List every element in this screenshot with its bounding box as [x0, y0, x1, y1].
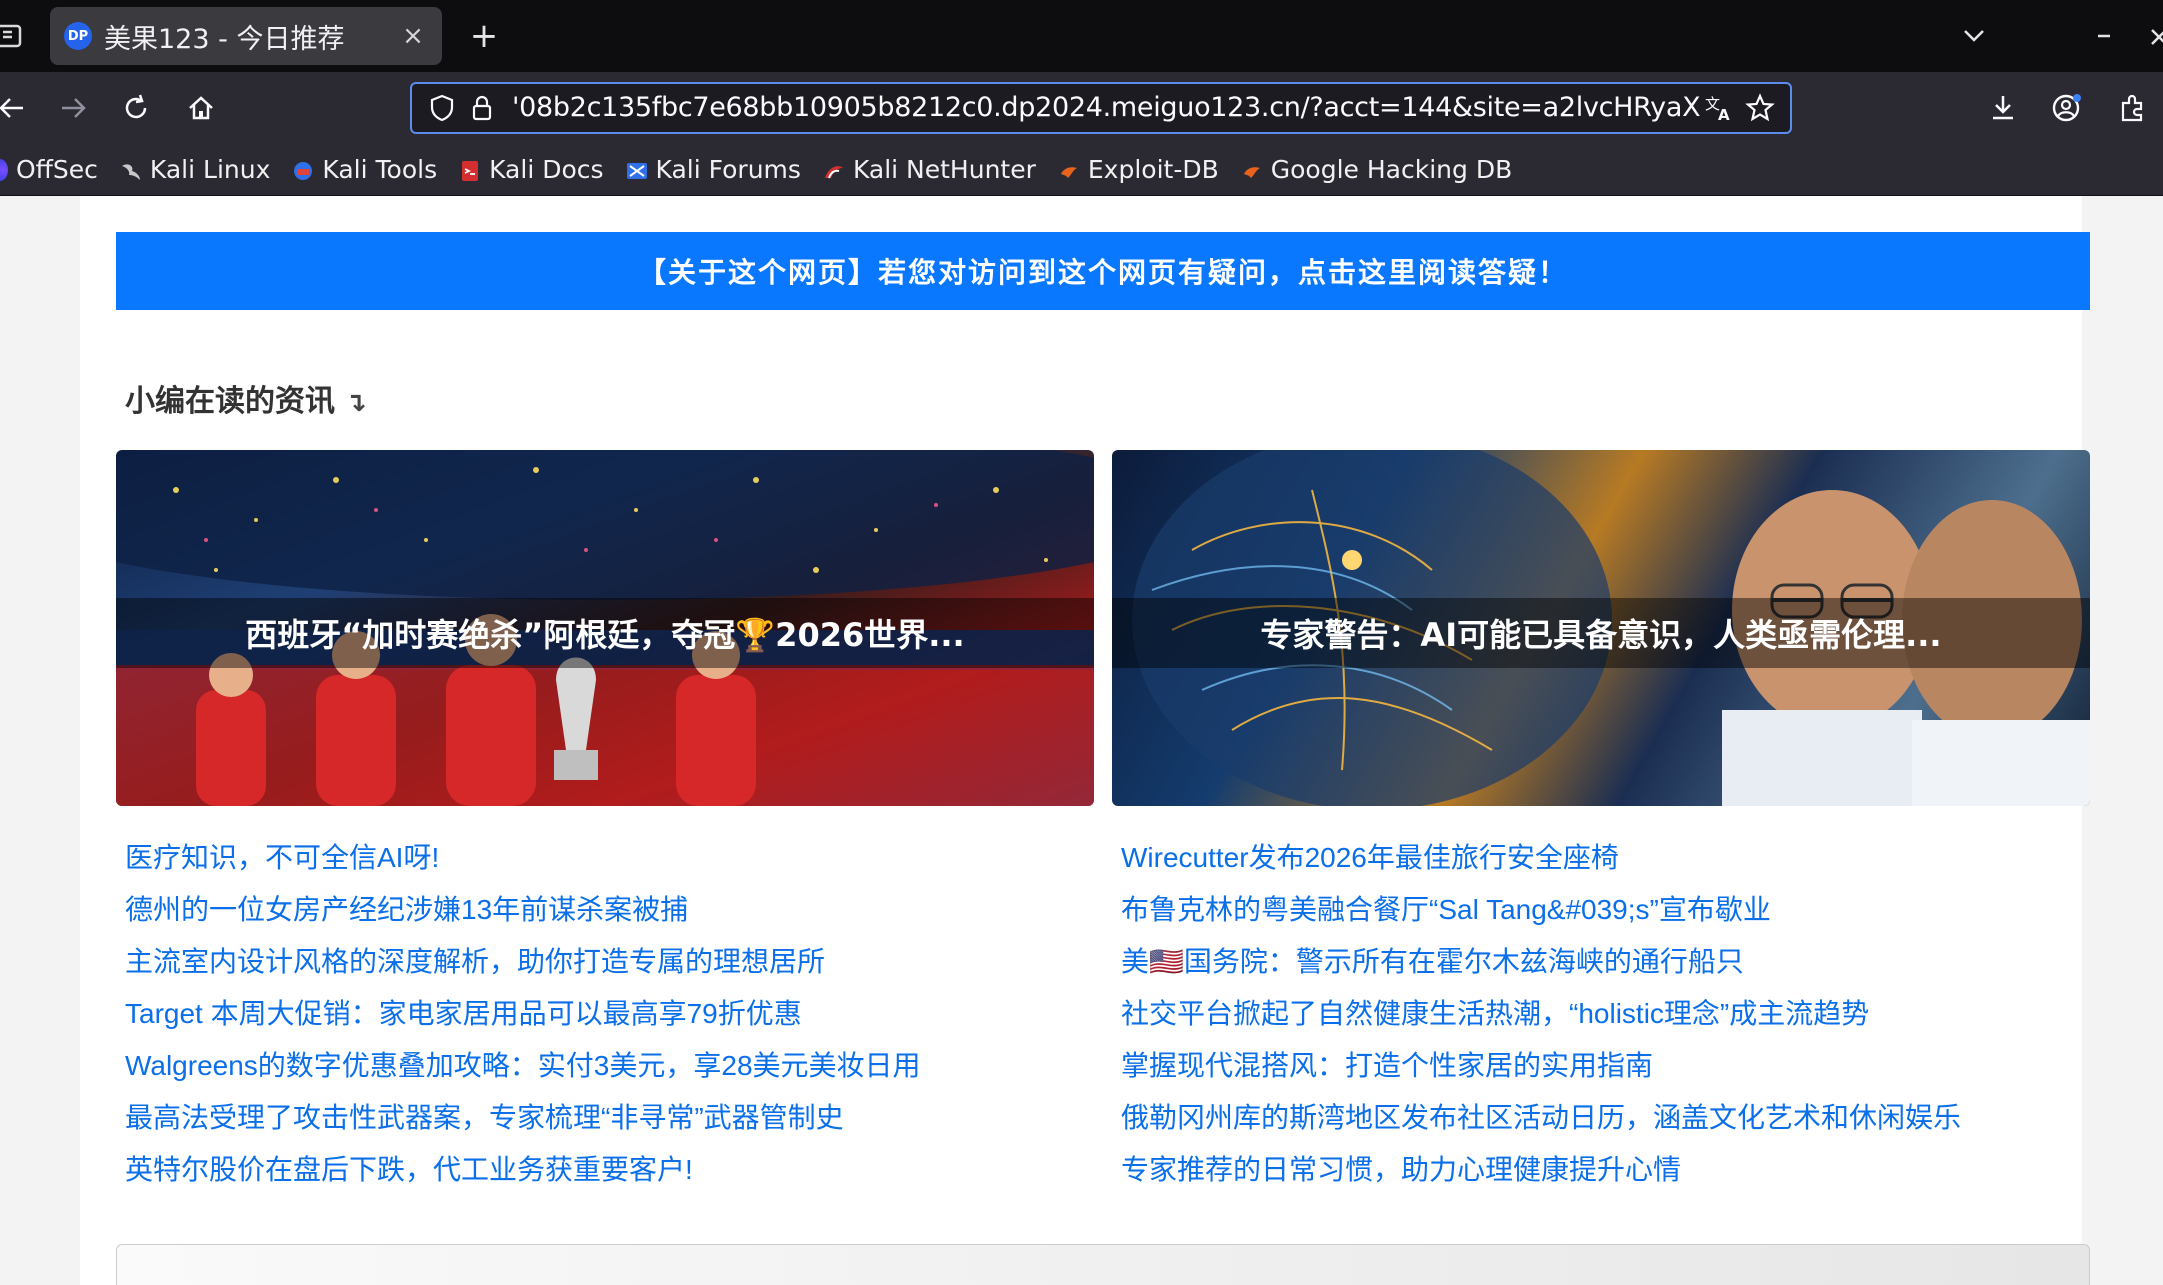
bookmark-label: Kali Docs: [489, 155, 604, 184]
news-list-left: 医疗知识，不可全信AI呀! 德州的一位女房产经纪涉嫌13年前谋杀案被捕 主流室内…: [125, 832, 1085, 1196]
news-link[interactable]: 美🇺🇸国务院：警示所有在霍尔木兹海峡的通行船只: [1121, 936, 2081, 988]
arrow-down-right-icon: ↴: [345, 388, 367, 418]
svg-text:A: A: [1718, 106, 1730, 123]
section-title-text: 小编在读的资讯: [125, 384, 335, 419]
forward-arrow-icon[interactable]: [51, 86, 95, 130]
news-link[interactable]: Target 本周大促销：家电家居用品可以最高享79折优惠: [125, 988, 1085, 1040]
news-link[interactable]: 主流室内设计风格的深度解析，助你打造专属的理想居所: [125, 936, 1085, 988]
bookmark-kali-nethunter[interactable]: Kali NetHunter: [823, 150, 1036, 190]
tab-active[interactable]: DP 美果123 - 今日推荐 ×: [50, 7, 442, 65]
news-link[interactable]: 掌握现代混搭风：打造个性家居的实用指南: [1121, 1040, 2081, 1092]
bookmark-label: Kali Linux: [149, 155, 271, 184]
section-title: 小编在读的资讯 ↴: [125, 376, 367, 420]
bookmark-label: Google Hacking DB: [1270, 155, 1513, 184]
lock-icon[interactable]: [462, 88, 502, 128]
news-link[interactable]: 社交平台掀起了自然健康生活热潮，“holistic理念”成主流趋势: [1121, 988, 2081, 1040]
bookmark-offsec[interactable]: OffSec: [0, 150, 98, 190]
news-link[interactable]: 专家推荐的日常习惯，助力心理健康提升心情: [1121, 1144, 2081, 1196]
bookmark-kali-forums[interactable]: Kali Forums: [626, 150, 801, 190]
featured-card-football[interactable]: 西班牙“加时赛绝杀”阿根廷，夺冠🏆2026世界...: [116, 450, 1094, 806]
bookmark-label: Exploit-DB: [1087, 155, 1219, 184]
kali-tools-icon: [292, 159, 314, 181]
tab-close-icon[interactable]: ×: [398, 21, 428, 51]
navigation-toolbar: '08b2c135fbc7e68bb10905b8212c0.dp2024.me…: [0, 72, 2163, 144]
news-link[interactable]: 最高法受理了攻击性武器案，专家梳理“非寻常”武器管制史: [125, 1092, 1085, 1144]
google-hacking-db-icon: [1241, 159, 1263, 181]
new-tab-button[interactable]: +: [462, 14, 506, 58]
bookmark-label: Kali Forums: [655, 155, 801, 184]
tab-strip: DP 美果123 - 今日推荐 × +: [0, 0, 2163, 72]
url-bar[interactable]: '08b2c135fbc7e68bb10905b8212c0.dp2024.me…: [410, 82, 1792, 134]
kali-forums-icon: [626, 159, 648, 181]
news-link[interactable]: 德州的一位女房产经纪涉嫌13年前谋杀案被捕: [125, 884, 1085, 936]
news-link[interactable]: Wirecutter发布2026年最佳旅行安全座椅: [1121, 832, 2081, 884]
offsec-icon: [0, 158, 8, 181]
kali-dragon-icon: [120, 159, 142, 181]
news-link[interactable]: 布鲁克林的粤美融合餐厅“Sal Tang&#039;s”宣布歇业: [1121, 884, 2081, 936]
extensions-icon[interactable]: [2110, 86, 2154, 130]
url-value: '08b2c135fbc7e68bb10905b8212c0.dp2024.me…: [512, 92, 1700, 124]
url-input[interactable]: '08b2c135fbc7e68bb10905b8212c0.dp2024.me…: [502, 92, 1700, 124]
reload-icon[interactable]: [114, 86, 158, 130]
bookmark-label: OffSec: [16, 155, 98, 184]
home-icon[interactable]: [179, 86, 223, 130]
kali-nethunter-icon: [823, 159, 845, 181]
notice-banner-link[interactable]: 【关于这个网页】若您对访问到这个网页有疑问，点击这里阅读答疑！: [116, 232, 2090, 310]
exploit-db-icon: [1058, 159, 1080, 181]
news-link[interactable]: 俄勒冈州库的斯湾地区发布社区活动日历，涵盖文化艺术和休闲娱乐: [1121, 1092, 2081, 1144]
bookmark-label: Kali Tools: [322, 155, 438, 184]
download-icon[interactable]: [1981, 86, 2025, 130]
featured-caption: 专家警告：AI可能已具备意识，人类亟需伦理...: [1112, 598, 2090, 668]
bookmark-google-hacking-db[interactable]: Google Hacking DB: [1241, 150, 1512, 190]
page-container: 【关于这个网页】若您对访问到这个网页有疑问，点击这里阅读答疑！ 小编在读的资讯 ↴: [80, 196, 2090, 1285]
featured-card-ai[interactable]: 专家警告：AI可能已具备意识，人类亟需伦理...: [1112, 450, 2090, 806]
news-link[interactable]: 医疗知识，不可全信AI呀!: [125, 832, 1085, 884]
bookmark-kali-linux[interactable]: Kali Linux: [120, 150, 270, 190]
account-icon[interactable]: [2045, 86, 2089, 130]
bookmark-kali-tools[interactable]: Kali Tools: [292, 150, 437, 190]
bookmark-star-icon[interactable]: [1740, 88, 1780, 128]
sidebar-toggle-icon[interactable]: [0, 14, 26, 58]
shield-icon[interactable]: [422, 88, 462, 128]
site-favicon-icon: DP: [64, 22, 92, 50]
web-viewport: 【关于这个网页】若您对访问到这个网页有疑问，点击这里阅读答疑！ 小编在读的资讯 ↴: [0, 196, 2163, 1285]
next-section-card: [116, 1244, 2090, 1285]
bookmark-kali-docs[interactable]: Kali Docs: [459, 150, 604, 190]
kali-docs-icon: [459, 159, 481, 181]
news-link[interactable]: Walgreens的数字优惠叠加攻略：实付3美元，享28美元美妆日用: [125, 1040, 1085, 1092]
translate-icon[interactable]: 文A: [1700, 88, 1740, 128]
window-edge-icon[interactable]: [2146, 14, 2163, 58]
minimize-window-icon[interactable]: [2086, 14, 2122, 58]
chevron-down-icon[interactable]: [1952, 14, 1996, 58]
news-link[interactable]: 英特尔股价在盘后下跌，代工业务获重要客户!: [125, 1144, 1085, 1196]
bookmark-label: Kali NetHunter: [852, 155, 1036, 184]
news-list-right: Wirecutter发布2026年最佳旅行安全座椅 布鲁克林的粤美融合餐厅“Sa…: [1121, 832, 2081, 1196]
bookmarks-bar: OffSec Kali Linux Kali Tools Kali Docs K…: [0, 144, 2163, 196]
bookmark-exploit-db[interactable]: Exploit-DB: [1058, 150, 1219, 190]
back-arrow-icon[interactable]: [0, 86, 34, 130]
tab-title: 美果123 - 今日推荐: [104, 23, 345, 55]
featured-caption: 西班牙“加时赛绝杀”阿根廷，夺冠🏆2026世界...: [116, 598, 1094, 668]
